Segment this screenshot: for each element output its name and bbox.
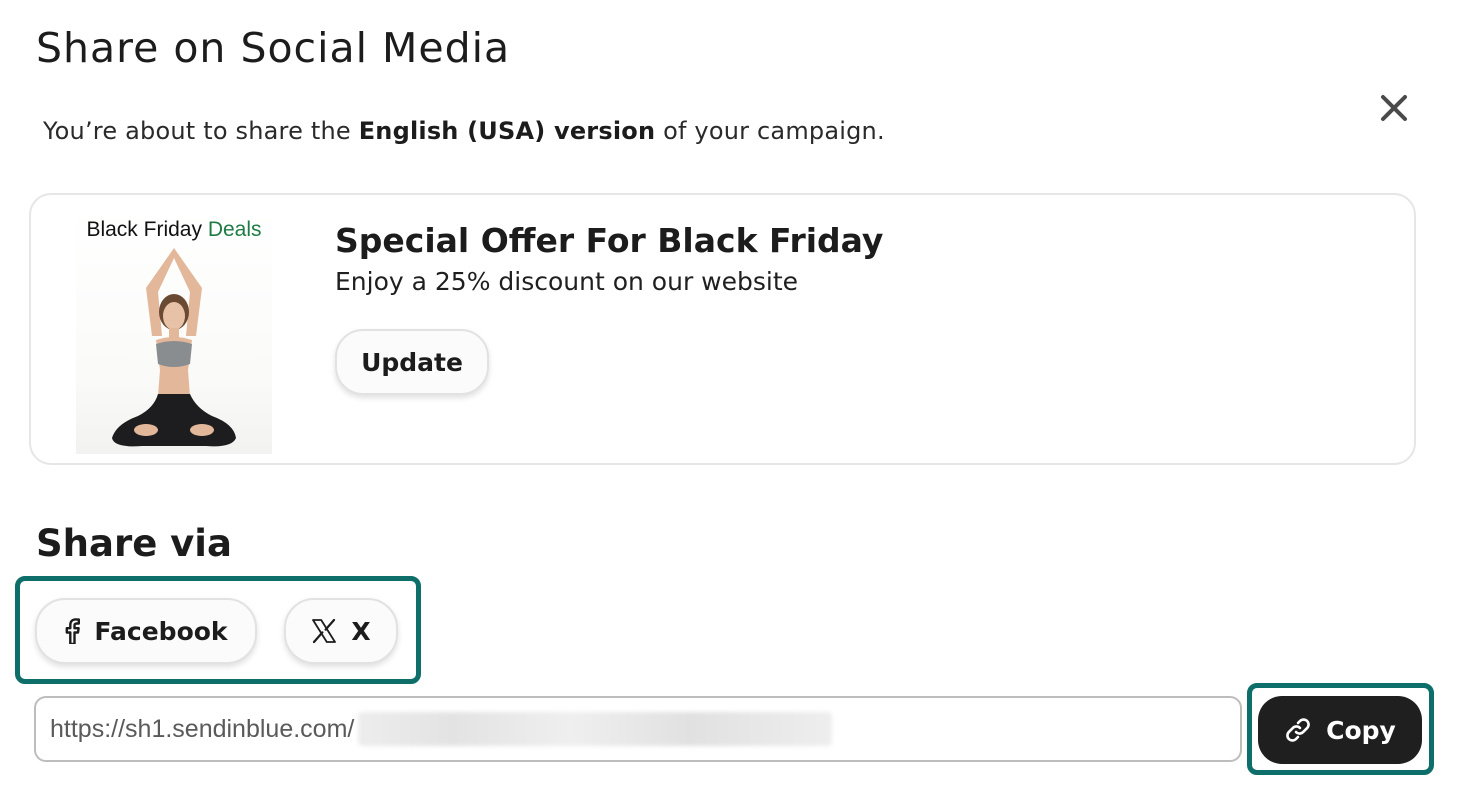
x-share-button[interactable]: X — [284, 598, 398, 664]
x-label: X — [351, 616, 371, 646]
x-logo-icon — [312, 618, 337, 644]
thumbnail-title-text: Black Friday — [86, 218, 208, 241]
facebook-share-button[interactable]: Facebook — [35, 598, 257, 664]
yoga-woman-illustration — [112, 248, 236, 447]
copy-button[interactable]: Copy — [1258, 696, 1422, 764]
update-button[interactable]: Update — [335, 329, 489, 395]
offer-description: Enjoy a 25% discount on our website — [335, 267, 799, 296]
modal-title: Share on Social Media — [36, 24, 511, 72]
offer-title: Special Offer For Black Friday — [335, 221, 884, 260]
share-url-text: https://sh1.sendinblue.com/ — [50, 714, 355, 743]
copy-label: Copy — [1326, 715, 1396, 745]
share-via-heading: Share via — [36, 522, 232, 565]
url-blurred-segment — [358, 712, 833, 746]
close-icon — [1381, 95, 1407, 121]
facebook-label: Facebook — [94, 616, 228, 646]
link-icon — [1286, 718, 1310, 742]
subtitle-version: English (USA) version — [358, 117, 656, 145]
close-button[interactable] — [1376, 90, 1412, 126]
campaign-thumbnail: Black Friday Deals — [76, 208, 272, 454]
campaign-preview-card: Black Friday Deals Special Offer For Bla — [29, 193, 1416, 465]
subtitle-text-start: You’re about to share the — [43, 117, 359, 145]
facebook-icon — [66, 618, 81, 644]
thumbnail-title-accent: Deals — [207, 218, 262, 241]
share-url-field[interactable]: https://sh1.sendinblue.com/ — [34, 696, 1242, 762]
subtitle-text-end: of your campaign. — [655, 117, 885, 145]
modal-subtitle: You’re about to share the English (USA) … — [43, 117, 885, 145]
thumbnail-title: Black Friday Deals — [76, 218, 272, 242]
